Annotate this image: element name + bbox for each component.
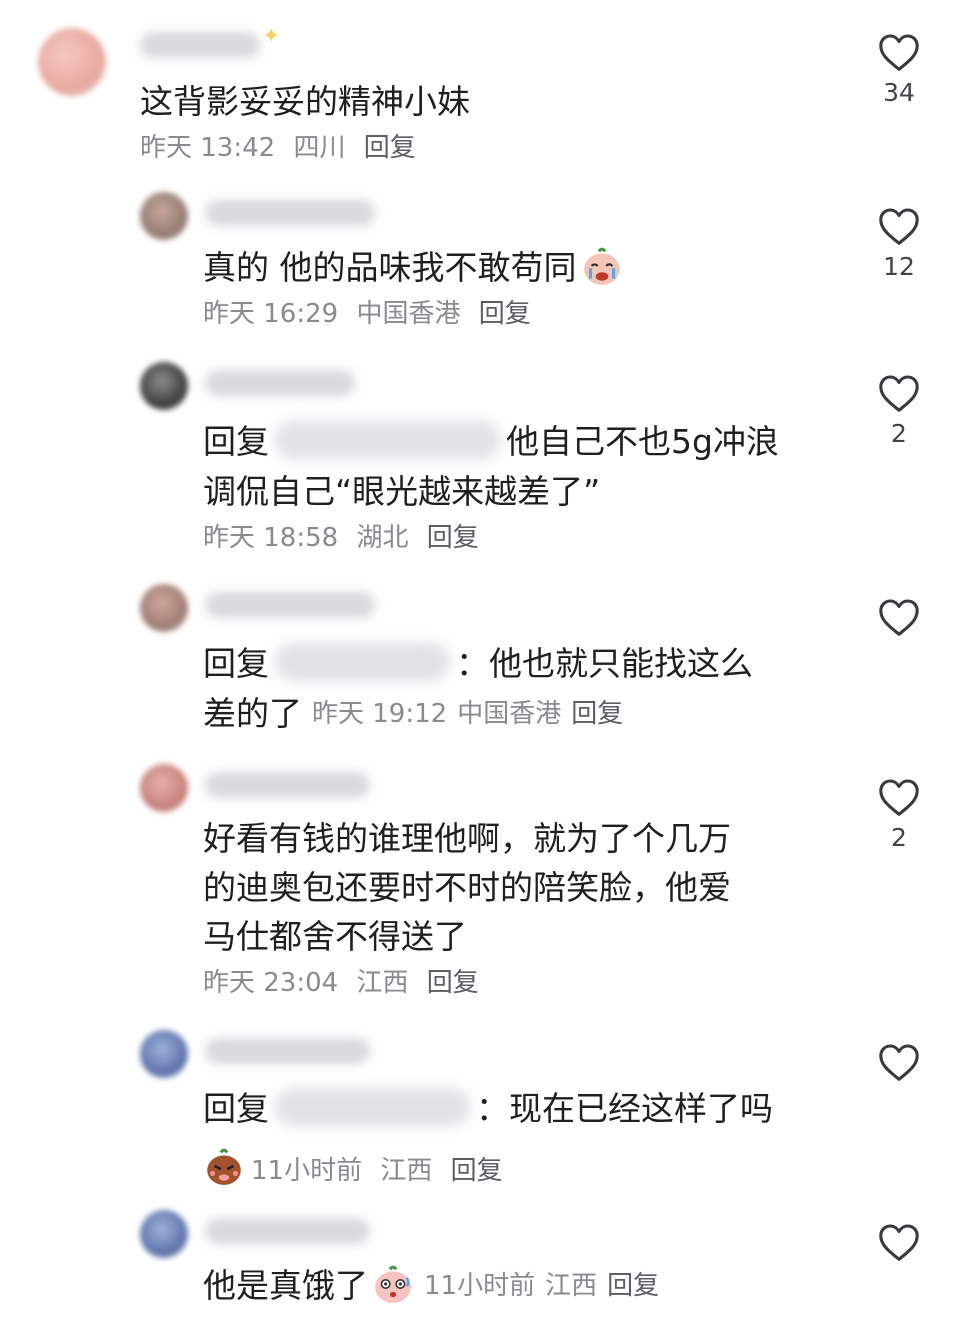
- like-button[interactable]: 12: [872, 206, 926, 282]
- reply-button[interactable]: 回复: [427, 523, 479, 553]
- heart-outline-icon: [879, 1224, 919, 1261]
- comment-location: 江西: [380, 1156, 433, 1186]
- username-blurred[interactable]: [205, 370, 355, 396]
- heart-outline-icon: [879, 34, 919, 71]
- reply-button[interactable]: 回复: [364, 133, 416, 163]
- avatar[interactable]: [140, 1030, 188, 1078]
- mentioned-user-blurred[interactable]: [275, 421, 500, 459]
- comment-text-line: 调侃自己“眼光越来越差了”: [203, 472, 601, 511]
- username-blurred[interactable]: [205, 1038, 370, 1064]
- like-button[interactable]: 34: [872, 32, 926, 108]
- reply-button[interactable]: 回复: [479, 299, 531, 329]
- comment-location: 江西: [545, 1271, 598, 1301]
- comment-text: 他是真饿了 11小时前 江西 回复: [203, 1262, 659, 1310]
- comment-time: 昨天 19:12: [312, 699, 448, 729]
- comment-meta: 11小时前 江西 回复: [203, 1145, 503, 1187]
- reply-button[interactable]: 回复: [451, 1156, 503, 1186]
- comment-text: 差的了 昨天 19:12 中国香港 回复: [203, 690, 623, 738]
- comment-meta: 昨天 19:12 中国香港 回复: [312, 699, 623, 729]
- comment-location: 湖北: [356, 523, 409, 553]
- heart-outline-icon: [879, 779, 919, 816]
- username-blurred[interactable]: [205, 772, 370, 798]
- comment-text-content: 他是真饿了: [203, 1266, 368, 1305]
- username-blurred[interactable]: [205, 200, 375, 226]
- comment-time: 昨天 18:58: [203, 523, 339, 553]
- like-count: 34: [883, 78, 915, 107]
- reply-button[interactable]: 回复: [427, 968, 479, 998]
- like-button[interactable]: [872, 1042, 926, 1082]
- comment-text-line: 的迪奥包还要时不时的陪笑脸，他爱: [203, 868, 731, 907]
- username-blurred[interactable]: [205, 1218, 370, 1244]
- like-count: 2: [891, 823, 907, 852]
- username-blurred[interactable]: [205, 592, 375, 618]
- comment-time: 昨天 23:04: [203, 968, 339, 998]
- reply-prefix: 回复: [203, 644, 269, 683]
- angry-emoji-icon: [207, 1148, 241, 1185]
- avatar[interactable]: [140, 362, 188, 410]
- comment-text-content: 真的 他的品味我不敢苟同: [203, 248, 577, 287]
- like-button[interactable]: 2: [872, 373, 926, 449]
- avatar[interactable]: [38, 28, 106, 96]
- comment-time: 昨天 16:29: [203, 299, 339, 329]
- reply-prefix: 回复: [203, 1089, 269, 1128]
- like-count: 12: [883, 252, 915, 281]
- heart-outline-icon: [879, 208, 919, 245]
- crying-emoji-icon: [583, 247, 620, 285]
- like-button[interactable]: [872, 597, 926, 637]
- comment-location: 江西: [356, 968, 409, 998]
- comment-time: 11小时前: [251, 1156, 363, 1186]
- username-blurred[interactable]: [140, 32, 260, 58]
- reply-prefix: 回复: [203, 422, 269, 461]
- comment-text-line: 差的了: [203, 694, 302, 733]
- heart-outline-icon: [879, 599, 919, 636]
- comment-text: 回复 他自己不也5g冲浪: [203, 418, 779, 466]
- comment-meta: 昨天 23:04 江西 回复: [203, 967, 479, 999]
- mentioned-user-blurred[interactable]: [275, 1088, 470, 1126]
- heart-outline-icon: [879, 375, 919, 412]
- like-button[interactable]: 2: [872, 777, 926, 853]
- comment-text-line: 马仕都舍不得送了: [203, 917, 467, 956]
- comment-location: 四川: [293, 133, 346, 163]
- comment-location: 中国香港: [356, 299, 461, 329]
- comment-text-line: 好看有钱的谁理他啊，就为了个几万: [203, 819, 731, 858]
- comment-meta: 昨天 18:58 湖北 回复: [203, 522, 479, 554]
- comment-text: 回复 ：他也就只能找这么: [203, 640, 753, 688]
- reply-button[interactable]: 回复: [571, 699, 623, 729]
- comment-time: 昨天 13:42: [140, 133, 276, 163]
- shocked-emoji-icon: [375, 1265, 411, 1303]
- mentioned-user-blurred[interactable]: [275, 643, 450, 681]
- comment-location: 中国香港: [457, 699, 562, 729]
- comment-text: 这背影妥妥的精神小妹: [140, 82, 470, 121]
- avatar[interactable]: [140, 764, 188, 812]
- comment-time: 11小时前: [424, 1271, 536, 1301]
- reply-button[interactable]: 回复: [607, 1271, 659, 1301]
- comment-meta: 昨天 16:29 中国香港 回复: [203, 298, 531, 330]
- comment-meta: 11小时前 江西 回复: [424, 1271, 659, 1301]
- heart-outline-icon: [879, 1044, 919, 1081]
- comment-text-line: ：现在已经这样了吗: [476, 1089, 773, 1128]
- comment-meta: 昨天 13:42 四川 回复: [140, 132, 416, 164]
- comment-text: 真的 他的品味我不敢苟同: [203, 244, 623, 292]
- like-button[interactable]: [872, 1222, 926, 1262]
- comment-text-line: ：他也就只能找这么: [456, 644, 753, 683]
- avatar[interactable]: [140, 1210, 188, 1258]
- like-count: 2: [891, 419, 907, 448]
- avatar[interactable]: [140, 584, 188, 632]
- sparkle-icon: ✦: [262, 24, 281, 49]
- avatar[interactable]: [140, 192, 188, 240]
- comment-text-line: 他自己不也5g冲浪: [506, 422, 779, 461]
- comment-text: 回复 ：现在已经这样了吗: [203, 1085, 773, 1133]
